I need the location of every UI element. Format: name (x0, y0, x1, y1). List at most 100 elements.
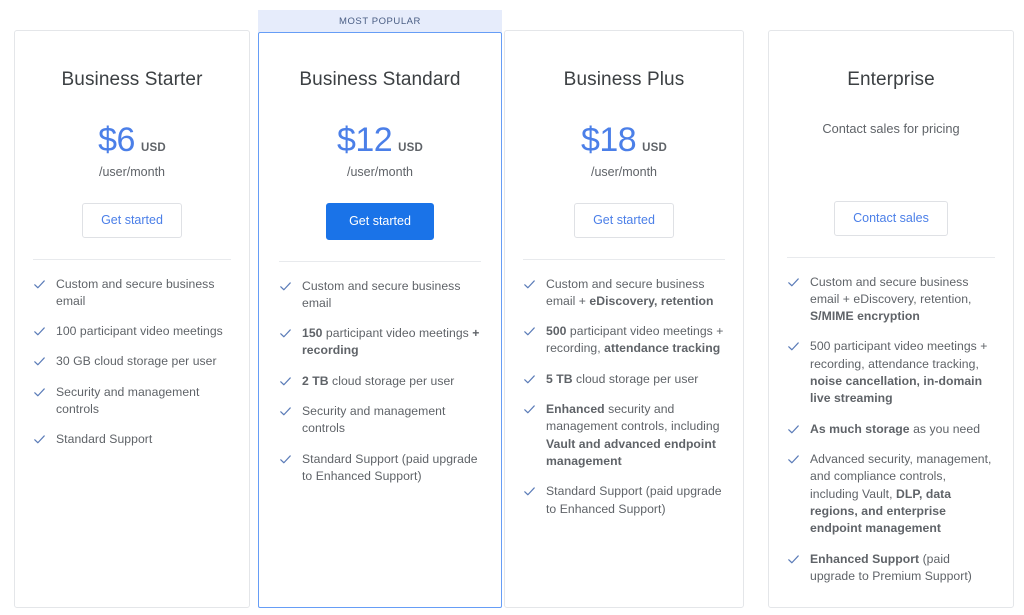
feature-item: Standard Support (paid upgrade to Enhanc… (279, 451, 481, 486)
plan-cta-wrap: Get started (523, 203, 725, 238)
feature-item: 500 participant video meetings + recordi… (787, 338, 995, 407)
plan-price-block: $18 USD/user/month (523, 123, 725, 185)
plan-contact-pricing-text: Contact sales for pricing (787, 91, 995, 183)
feature-item: 100 participant video meetings (33, 323, 231, 340)
check-icon (523, 403, 536, 416)
check-icon (33, 386, 46, 399)
get-started-button[interactable]: Get started (574, 203, 674, 238)
feature-item: Custom and secure business email (33, 276, 231, 311)
check-icon (787, 453, 800, 466)
feature-item: Custom and secure business email + eDisc… (787, 274, 995, 326)
price-line: $18 USD (523, 123, 725, 157)
feature-item: Security and management controls (279, 403, 481, 438)
check-icon (279, 375, 292, 388)
plan-cta-wrap: Get started (33, 203, 231, 238)
feature-text: Custom and secure business email + eDisc… (546, 276, 725, 311)
plan-feature-list: Custom and secure business email + eDisc… (523, 260, 725, 532)
plan-cta-wrap: Contact sales (787, 201, 995, 236)
check-icon (33, 355, 46, 368)
plan-card-business-plus[interactable]: Business Plus $18 USD/user/month Get starte… (504, 30, 744, 608)
feature-item: Standard Support (paid upgrade to Enhanc… (523, 483, 725, 518)
feature-item: Advanced security, management, and compl… (787, 451, 995, 538)
feature-text: As much storage as you need (810, 421, 980, 438)
check-icon (279, 405, 292, 418)
plan-price-block: $6 USD/user/month (33, 123, 231, 185)
plan-card-business-starter[interactable]: Business Starter $6 USD/user/month Get star… (14, 30, 250, 608)
feature-text: Standard Support (paid upgrade to Enhanc… (302, 451, 481, 486)
plan-header: Business Standard $12 USD/user/month Get st… (279, 33, 481, 262)
feature-text: Custom and secure business email (56, 276, 231, 311)
feature-item: Enhanced security and management control… (523, 401, 725, 470)
price-line: $6 USD (33, 123, 231, 157)
price-currency: USD (642, 142, 667, 154)
feature-text: Custom and secure business email (302, 278, 481, 313)
check-icon (787, 423, 800, 436)
price-currency: USD (398, 142, 423, 154)
check-icon (523, 485, 536, 498)
pricing-plans-grid: MOST POPULAR Business Starter $6 USD/user/… (0, 0, 1024, 615)
check-icon (33, 433, 46, 446)
check-icon (33, 325, 46, 338)
feature-text: 500 participant video meetings + recordi… (810, 338, 995, 407)
feature-item: Security and management controls (33, 384, 231, 419)
feature-text: 30 GB cloud storage per user (56, 353, 217, 370)
feature-text: 2 TB cloud storage per user (302, 373, 454, 390)
check-icon (279, 280, 292, 293)
price-amount: $12 (337, 123, 392, 157)
check-icon (787, 340, 800, 353)
feature-item: Enhanced Support (paid upgrade to Premiu… (787, 551, 995, 586)
plan-card-enterprise[interactable]: EnterpriseContact sales for pricing Conta… (768, 30, 1014, 608)
plan-price-block: $12 USD/user/month (279, 123, 481, 185)
feature-item: 30 GB cloud storage per user (33, 353, 231, 370)
plan-header: EnterpriseContact sales for pricing Conta… (787, 31, 995, 258)
feature-text: Standard Support (56, 431, 152, 448)
feature-item: 5 TB cloud storage per user (523, 371, 725, 388)
get-started-button[interactable]: Get started (82, 203, 182, 238)
price-currency: USD (141, 142, 166, 154)
check-icon (787, 276, 800, 289)
feature-text: 100 participant video meetings (56, 323, 223, 340)
plan-feature-list: Custom and secure business email + eDisc… (787, 258, 995, 599)
plan-name: Business Standard (279, 33, 481, 91)
most-popular-badge: MOST POPULAR (258, 10, 502, 32)
contact-sales-button[interactable]: Contact sales (834, 201, 948, 236)
feature-item: 500 participant video meetings + recordi… (523, 323, 725, 358)
price-period: /user/month (523, 165, 725, 179)
feature-text: Custom and secure business email + eDisc… (810, 274, 995, 326)
price-amount: $6 (98, 123, 135, 157)
check-icon (279, 327, 292, 340)
feature-text: Standard Support (paid upgrade to Enhanc… (546, 483, 725, 518)
price-line: $12 USD (279, 123, 481, 157)
feature-text: Security and management controls (56, 384, 231, 419)
plan-card-business-standard[interactable]: Business Standard $12 USD/user/month Get st… (258, 32, 502, 608)
feature-text: Enhanced security and management control… (546, 401, 725, 470)
price-period: /user/month (279, 165, 481, 179)
check-icon (279, 453, 292, 466)
plan-feature-list: Custom and secure business email 100 part… (33, 260, 231, 462)
price-amount: $18 (581, 123, 636, 157)
feature-text: Advanced security, management, and compl… (810, 451, 995, 538)
price-period: /user/month (33, 165, 231, 179)
check-icon (523, 373, 536, 386)
feature-text: Enhanced Support (paid upgrade to Premiu… (810, 551, 995, 586)
feature-item: Standard Support (33, 431, 231, 448)
plan-name: Business Plus (523, 31, 725, 91)
feature-item: As much storage as you need (787, 421, 995, 438)
plan-header: Business Starter $6 USD/user/month Get star… (33, 31, 231, 260)
feature-text: 150 participant video meetings + recordi… (302, 325, 481, 360)
plan-name: Business Starter (33, 31, 231, 91)
feature-item: Custom and secure business email (279, 278, 481, 313)
feature-text: 5 TB cloud storage per user (546, 371, 698, 388)
feature-text: Security and management controls (302, 403, 481, 438)
check-icon (787, 553, 800, 566)
plan-header: Business Plus $18 USD/user/month Get starte… (523, 31, 725, 260)
feature-item: Custom and secure business email + eDisc… (523, 276, 725, 311)
feature-item: 150 participant video meetings + recordi… (279, 325, 481, 360)
plan-feature-list: Custom and secure business email 150 part… (279, 262, 481, 499)
check-icon (33, 278, 46, 291)
plan-name: Enterprise (787, 31, 995, 91)
get-started-button[interactable]: Get started (326, 203, 434, 240)
check-icon (523, 278, 536, 291)
feature-text: 500 participant video meetings + recordi… (546, 323, 725, 358)
check-icon (523, 325, 536, 338)
